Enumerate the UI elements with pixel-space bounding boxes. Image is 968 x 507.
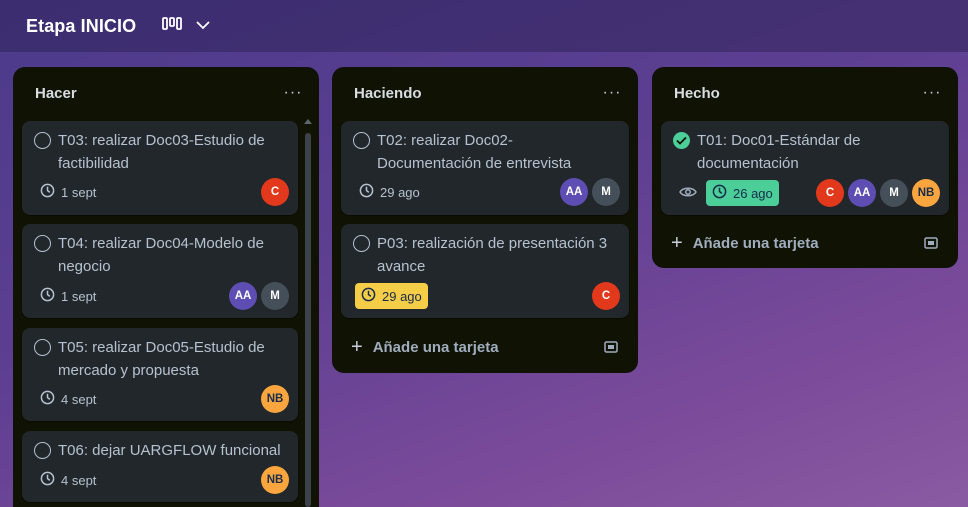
card-members: C AA M NB xyxy=(816,179,940,207)
card-title: T06: dejar UARGFLOW funcional xyxy=(58,442,281,459)
avatar[interactable]: C xyxy=(816,179,844,207)
eye-icon xyxy=(679,185,697,203)
card-members: NB xyxy=(261,466,289,494)
card-template-icon[interactable] xyxy=(603,339,619,355)
card-title: T02: realizar Doc02-Documentación de ent… xyxy=(377,132,572,172)
list-menu-button[interactable]: ··· xyxy=(598,79,626,107)
avatar[interactable]: AA xyxy=(229,282,257,310)
card-title: P03: realización de presentación 3 avanc… xyxy=(377,235,608,275)
card[interactable]: T01: Doc01-Estándar de documentación 26 … xyxy=(661,121,949,215)
due-date-text: 1 sept xyxy=(61,184,97,200)
card-title: T04: realizar Doc04-Modelo de negocio xyxy=(58,235,264,275)
clock-icon xyxy=(359,183,374,201)
clock-icon xyxy=(361,287,376,305)
board-title[interactable]: Etapa INICIO xyxy=(26,16,136,37)
avatar[interactable]: NB xyxy=(261,466,289,494)
due-date-text: 4 sept xyxy=(61,472,97,488)
avatar[interactable]: M xyxy=(880,179,908,207)
due-date-text: 4 sept xyxy=(61,391,97,407)
add-card-label: Añade una tarjeta xyxy=(692,234,819,252)
due-date-badge[interactable]: 4 sept xyxy=(34,386,102,412)
add-card-button[interactable]: + Añade una tarjeta xyxy=(661,225,901,261)
due-date-badge[interactable]: 29 ago xyxy=(355,283,428,309)
complete-toggle[interactable] xyxy=(34,442,51,459)
due-date-badge[interactable]: 1 sept xyxy=(34,179,102,205)
card[interactable]: T04: realizar Doc04-Modelo de negocio 1 … xyxy=(22,224,298,318)
due-date-badge[interactable]: 4 sept xyxy=(34,467,102,493)
clock-icon xyxy=(40,287,55,305)
due-date-text: 29 ago xyxy=(382,288,422,304)
avatar[interactable]: NB xyxy=(912,179,940,207)
clock-icon xyxy=(40,390,55,408)
scroll-up-icon[interactable] xyxy=(304,119,312,124)
list-title[interactable]: Hecho xyxy=(674,85,720,102)
list-hacer: Hacer ··· T03: realizar Doc03-Estudio de… xyxy=(13,67,319,507)
board-header: Etapa INICIO xyxy=(0,0,968,52)
card[interactable]: T06: dejar UARGFLOW funcional 4 sept NB xyxy=(22,431,298,502)
avatar[interactable]: AA xyxy=(560,178,588,206)
due-date-text: 29 ago xyxy=(380,184,420,200)
complete-toggle[interactable] xyxy=(34,132,51,149)
card-members: C xyxy=(261,178,289,206)
list-header: Hecho ··· xyxy=(652,67,958,119)
complete-toggle[interactable] xyxy=(353,235,370,252)
card-template-icon[interactable] xyxy=(923,235,939,251)
list-title[interactable]: Haciendo xyxy=(354,85,422,102)
clock-icon xyxy=(712,184,727,202)
due-date-text: 1 sept xyxy=(61,288,97,304)
list-menu-button[interactable]: ··· xyxy=(279,79,307,107)
avatar[interactable]: AA xyxy=(848,179,876,207)
due-date-text: 26 ago xyxy=(733,185,773,201)
due-date-badge[interactable]: 26 ago xyxy=(706,180,779,206)
card-members: AA M xyxy=(560,178,620,206)
chevron-down-icon xyxy=(196,17,210,35)
clock-icon xyxy=(40,183,55,201)
due-date-badge[interactable]: 1 sept xyxy=(34,283,102,309)
complete-toggle[interactable] xyxy=(34,339,51,356)
card[interactable]: P03: realización de presentación 3 avanc… xyxy=(341,224,629,318)
plus-icon: + xyxy=(671,231,683,254)
avatar[interactable]: NB xyxy=(261,385,289,413)
card[interactable]: T03: realizar Doc03-Estudio de factibili… xyxy=(22,121,298,215)
card-members: NB xyxy=(261,385,289,413)
card-members: C xyxy=(592,282,620,310)
complete-toggle[interactable] xyxy=(353,132,370,149)
add-card-button[interactable]: + Añade una tarjeta xyxy=(341,329,581,365)
clock-icon xyxy=(40,471,55,489)
card-members: AA M xyxy=(229,282,289,310)
list-header: Hacer ··· xyxy=(13,67,319,119)
board-view-icon xyxy=(162,16,183,37)
list-menu-button[interactable]: ··· xyxy=(918,79,946,107)
add-card-label: Añade una tarjeta xyxy=(372,338,499,356)
card-title: T01: Doc01-Estándar de documentación xyxy=(697,132,861,172)
avatar[interactable]: C xyxy=(261,178,289,206)
card-title: T03: realizar Doc03-Estudio de factibili… xyxy=(58,132,265,172)
list-hecho: Hecho ··· T01: Doc01-Estándar de documen… xyxy=(652,67,958,268)
avatar[interactable]: M xyxy=(261,282,289,310)
board-view-switcher[interactable] xyxy=(162,16,210,37)
complete-toggle[interactable] xyxy=(34,235,51,252)
list-title[interactable]: Hacer xyxy=(35,85,77,102)
scroll-thumb[interactable] xyxy=(305,133,311,507)
avatar[interactable]: M xyxy=(592,178,620,206)
list-scrollbar[interactable] xyxy=(303,119,313,507)
card[interactable]: T02: realizar Doc02-Documentación de ent… xyxy=(341,121,629,215)
list-header: Haciendo ··· xyxy=(332,67,638,119)
card-title: T05: realizar Doc05-Estudio de mercado y… xyxy=(58,339,265,379)
completed-check-icon[interactable] xyxy=(673,132,690,149)
card[interactable]: T05: realizar Doc05-Estudio de mercado y… xyxy=(22,328,298,421)
list-haciendo: Haciendo ··· T02: realizar Doc02-Documen… xyxy=(332,67,638,373)
avatar[interactable]: C xyxy=(592,282,620,310)
due-date-badge[interactable]: 29 ago xyxy=(353,179,426,205)
plus-icon: + xyxy=(351,335,363,358)
